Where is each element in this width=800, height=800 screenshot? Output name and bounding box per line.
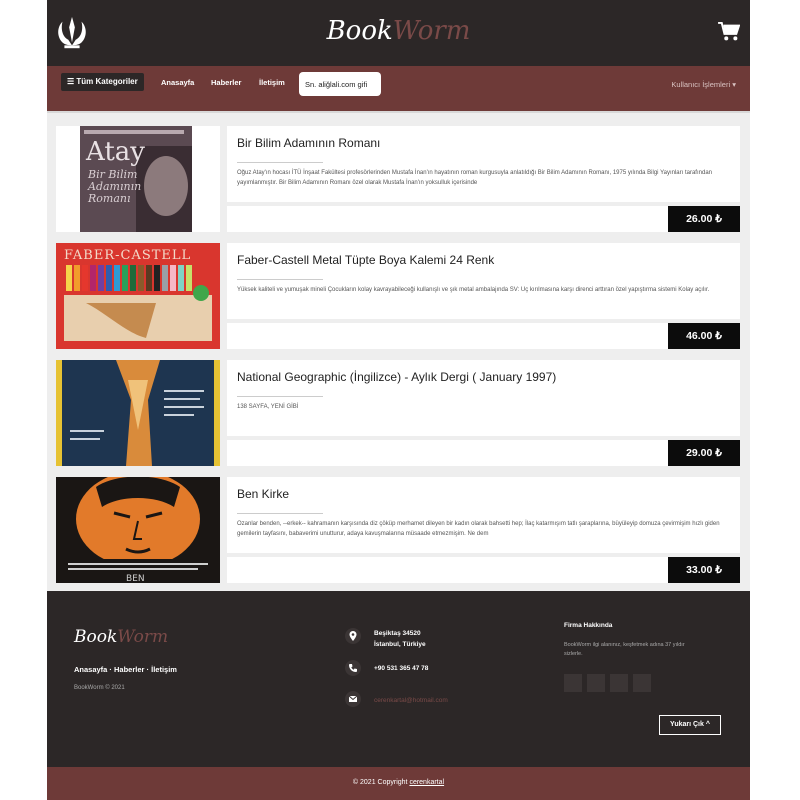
book-cover-text: BEN [126,574,145,583]
product-price[interactable]: 26.00 ₺ [668,206,740,232]
title-divider [237,162,323,163]
product-description: 138 SAYFA, YENİ GİBİ [237,404,299,410]
copyright-text: © 2021 Copyright cerenkartal [47,779,750,786]
address-line-2: İstanbul, Türkiye [374,641,426,648]
product-item: FABER-CASTELL Faber-Castell Metal Tüpte … [56,243,740,349]
copyright-prefix: © 2021 Copyright [352,779,408,786]
product-image[interactable]: FABER-CASTELL [56,243,220,349]
title-divider [237,513,323,514]
phone-number[interactable]: +90 531 365 47 78 [374,663,428,674]
envelope-icon [345,691,361,707]
product-description: Oğuz Atay'ın hocası İTÜ İnşaat Fakültesi… [237,170,712,186]
product-image[interactable] [56,360,220,466]
footer-brand-part-1: Book [74,627,118,647]
product-info-card: Bir Bilim Adamının Romanı Oğuz Atay'ın h… [227,126,740,202]
all-categories-button[interactable]: ☰ Tüm Kategoriler [61,73,144,91]
magazine-cover-image [56,360,220,466]
footer-links[interactable]: Anasayfa · Haberler · İletişim [74,665,177,674]
title-divider [237,396,323,397]
product-title[interactable]: National Geographic (İngilizce) - Aylık … [237,370,556,384]
nav-link-contact[interactable]: İletişim [259,78,285,87]
product-price-bar: 29.00 ₺ [227,440,740,466]
product-item: Atay Bir Bilim Adamının Romanı Bir Bilim… [56,126,740,232]
social-button-1[interactable] [564,674,582,692]
nav-link-home[interactable]: Anasayfa [161,78,194,87]
product-title[interactable]: Ben Kirke [237,487,289,501]
about-text: BookWorm ilgi alanınız, keşfetmek adına … [564,642,685,657]
footer-brand-logo[interactable]: BookWorm [74,627,168,647]
product-image[interactable]: BEN [56,477,220,583]
copyright-author-link[interactable]: cerenkartal [409,779,444,786]
product-item: National Geographic (İngilizce) - Aylık … [56,360,740,466]
product-price-bar: 46.00 ₺ [227,323,740,349]
brand-logo[interactable]: BookWorm [47,16,750,46]
social-button-2[interactable] [587,674,605,692]
title-divider [237,279,323,280]
pencil-box-image: FABER-CASTELL [56,243,220,349]
product-info-card: Faber-Castell Metal Tüpte Boya Kalemi 24… [227,243,740,319]
brand-part-1: Book [326,16,393,46]
footer-brand-part-2: Worm [117,627,169,647]
product-image[interactable]: Atay Bir Bilim Adamının Romanı [56,126,220,232]
user-menu-dropdown[interactable]: Kullanıcı İşlemleri ▾ [671,80,736,89]
footer-copyright: BookWorm © 2021 [74,685,125,691]
book-cover-text: Atay [85,137,145,167]
page: BookWorm ☰ Tüm Kategoriler Anasayfa Habe… [47,0,750,800]
scroll-to-top-button[interactable]: Yukarı Çık ^ [659,715,721,735]
product-description: Ozanlar benden, --erkek-- kahramanın kar… [237,521,720,537]
shopping-cart-icon[interactable] [718,22,740,42]
phone-icon [345,660,361,676]
address-line-1: Beşiktaş 34520 [374,630,421,637]
brand-print-text: FABER-CASTELL [64,248,191,263]
divider [47,111,750,113]
svg-text:Romanı: Romanı [87,192,131,205]
product-price[interactable]: 29.00 ₺ [668,440,740,466]
product-info-card: National Geographic (İngilizce) - Aylık … [227,360,740,436]
book-cover-image: Atay Bir Bilim Adamının Romanı [56,126,220,232]
book-cover-image: BEN [56,477,220,583]
product-price[interactable]: 33.00 ₺ [668,557,740,583]
product-title[interactable]: Faber-Castell Metal Tüpte Boya Kalemi 24… [237,253,494,267]
footer: BookWorm Anasayfa · Haberler · İletişim … [47,591,750,767]
bottom-copyright-bar: © 2021 Copyright cerenkartal [47,767,750,800]
navigation-bar: ☰ Tüm Kategoriler Anasayfa Haberler İlet… [47,66,750,111]
nav-link-news[interactable]: Haberler [211,78,241,87]
email-link[interactable]: cerenkartal@hotmail.com [374,695,448,706]
product-price[interactable]: 46.00 ₺ [668,323,740,349]
header: BookWorm [47,0,750,66]
search-input[interactable] [299,72,381,96]
product-item: BEN Ben Kirke Ozanlar benden, --erkek-- … [56,477,740,583]
location-pin-icon [345,628,361,644]
product-title[interactable]: Bir Bilim Adamının Romanı [237,136,380,150]
about-title: Firma Hakkında [564,622,613,629]
product-price-bar: 33.00 ₺ [227,557,740,583]
brand-part-2: Worm [392,16,471,46]
product-price-bar: 26.00 ₺ [227,206,740,232]
address-text: Beşiktaş 34520 İstanbul, Türkiye [374,628,426,650]
product-description: Yüksek kaliteli ve yumuşak mineli Çocukl… [237,287,710,293]
social-button-4[interactable] [633,674,651,692]
product-info-card: Ben Kirke Ozanlar benden, --erkek-- kahr… [227,477,740,553]
social-button-3[interactable] [610,674,628,692]
